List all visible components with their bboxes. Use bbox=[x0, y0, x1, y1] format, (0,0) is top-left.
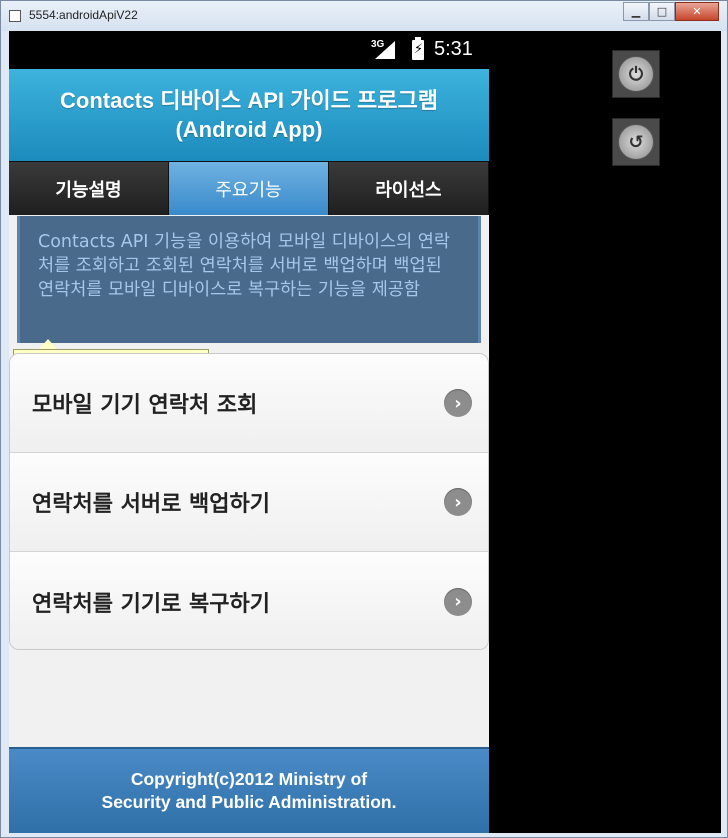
title-line-2: (Android App) bbox=[175, 117, 323, 142]
feature-menu-list: 모바일 기기 연락처 조회 › 연락처를 서버로 백업하기 › 연락처를 기기로… bbox=[9, 353, 489, 650]
footer: Copyright(c)2012 Ministry of Security an… bbox=[9, 747, 489, 833]
inspector-tooltip-pointer bbox=[39, 339, 57, 349]
tab-main-features[interactable]: 주요기능 bbox=[169, 162, 329, 215]
chevron-right-circle-icon: › bbox=[444, 389, 472, 417]
rotate-button[interactable]: ↺ bbox=[612, 118, 660, 166]
close-button[interactable]: ✕ bbox=[675, 2, 719, 21]
menu-item-restore-contacts[interactable]: 연락처를 기기로 복구하기 › bbox=[10, 552, 488, 649]
signal-icon bbox=[375, 41, 395, 59]
menu-item-label: 연락처를 기기로 복구하기 bbox=[32, 591, 270, 617]
chevron-right-circle-icon: › bbox=[444, 488, 472, 516]
menu-item-view-contacts[interactable]: 모바일 기기 연락처 조회 › bbox=[10, 354, 488, 453]
chevron-right-circle-icon: › bbox=[444, 587, 472, 616]
rotate-icon: ↺ bbox=[618, 124, 654, 160]
content-panel: Contacts API 기능을 이용하여 모바일 디바이스의 연락처를 조회하… bbox=[17, 216, 481, 343]
status-bar: 3G ⚡ 5:31 bbox=[9, 31, 489, 69]
device-screen: 3G ⚡ 5:31 Contacts 디바이스 API 가이드 프로그램 (An… bbox=[9, 31, 489, 833]
power-button[interactable]: ⏻ bbox=[612, 50, 660, 98]
status-time: 5:31 bbox=[434, 38, 473, 60]
copyright-text: Copyright(c)2012 Ministry of Security an… bbox=[102, 768, 397, 814]
app-icon bbox=[9, 10, 21, 22]
window-controls: ▁ □ ✕ bbox=[623, 2, 719, 22]
title-line-1: Contacts 디바이스 API 가이드 프로그램 bbox=[60, 88, 438, 113]
copyright-line-1: Copyright(c)2012 Ministry of bbox=[130, 769, 368, 789]
tab-license[interactable]: 라이선스 bbox=[329, 162, 489, 215]
window-title: 5554:androidApiV22 bbox=[29, 8, 138, 22]
battery-charging-icon: ⚡ bbox=[412, 37, 424, 60]
app-header: Contacts 디바이스 API 가이드 프로그램 (Android App) bbox=[9, 69, 489, 161]
content-description: Contacts API 기능을 이용하여 모바일 디바이스의 연락처를 조회하… bbox=[38, 232, 450, 300]
page-title: Contacts 디바이스 API 가이드 프로그램 (Android App) bbox=[60, 86, 438, 144]
title-bar[interactable]: 5554:androidApiV22 ▁ □ ✕ bbox=[1, 1, 727, 31]
menu-item-backup-contacts[interactable]: 연락처를 서버로 백업하기 › bbox=[10, 453, 488, 552]
maximize-button[interactable]: □ bbox=[649, 2, 675, 21]
emulator-window: 5554:androidApiV22 ▁ □ ✕ 3G ⚡ 5:31 Conta… bbox=[0, 0, 728, 838]
menu-item-label: 모바일 기기 연락처 조회 bbox=[32, 393, 258, 418]
power-icon: ⏻ bbox=[618, 56, 654, 92]
minimize-button[interactable]: ▁ bbox=[623, 2, 649, 21]
copyright-line-2: Security and Public Administration. bbox=[101, 792, 397, 812]
tab-bar: 기능설명 주요기능 라이선스 bbox=[9, 161, 489, 215]
emulator-area: 3G ⚡ 5:31 Contacts 디바이스 API 가이드 프로그램 (An… bbox=[9, 31, 721, 833]
tab-feature-description[interactable]: 기능설명 bbox=[9, 162, 169, 215]
menu-item-label: 연락처를 서버로 백업하기 bbox=[32, 492, 270, 517]
